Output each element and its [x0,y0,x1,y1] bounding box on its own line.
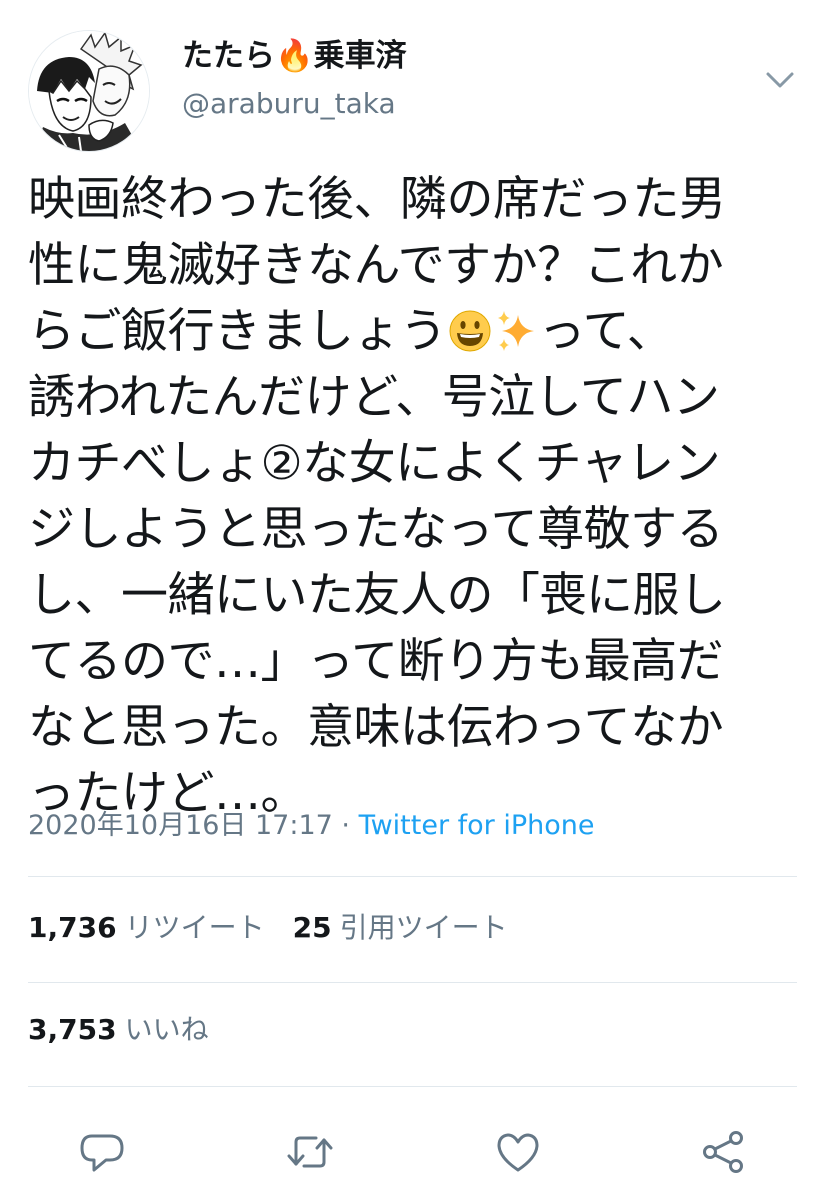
tweet-text-line: って、 [538,304,674,359]
heart-icon[interactable] [494,1130,542,1174]
source-link[interactable]: Twitter for iPhone [359,810,595,841]
tweet-text-line: し、一緒にいた友人の「喪に服し [28,568,726,623]
likes-count: 3,753 [28,1013,117,1046]
chevron-down-icon[interactable] [762,66,798,96]
tweet-text-line: てるので…」って断り方も最高だ [28,634,724,689]
tweet-text-line: 映画終わった後、隣の席だった男 [28,172,726,227]
reply-icon[interactable] [78,1130,126,1174]
tweet-text-line: ジしようと思ったなって尊敬する [28,502,724,557]
tweet-text-line: カチべしょ②な女によくチャレン [28,436,721,491]
retweets-stat[interactable]: 1,736 リツイート [28,911,293,944]
tweet-meta: 2020年10月16日 17:17 · Twitter for iPhone [28,806,595,846]
quotes-count: 25 [292,911,332,944]
tweet-text-line: 誘われたんだけど、号泣してハン [28,370,720,425]
display-name[interactable]: たたら🔥乗車済 [182,34,407,78]
tweet-text-line: 性に鬼滅好きなんですか？これか [28,238,724,293]
divider [28,982,797,983]
tweet-text-line: なと思った。意味は伝わってなか [28,700,724,755]
tweet-detail: たたら🔥乗車済 @araburu_taka 映画終わった後、隣の席だった男 性に… [0,0,825,1200]
username[interactable]: @araburu_taka [182,84,396,124]
sparkles-icon [494,305,538,351]
tweet-text: 映画終わった後、隣の席だった男 性に鬼滅好きなんですか？これか らご飯行きましょ… [28,167,808,827]
engagement-stats: 1,736 リツイート 25 引用ツイート [28,908,536,948]
avatar-illustration [29,31,149,151]
grinning-face-icon [448,305,492,352]
likes-stats[interactable]: 3,753 いいね [28,1010,237,1050]
quotes-stat[interactable]: 25 引用ツイート [293,911,536,944]
likes-label: いいね [124,1013,209,1046]
meta-separator: · [332,810,359,841]
avatar[interactable] [28,30,150,152]
timestamp[interactable]: 2020年10月16日 17:17 [28,810,333,841]
quotes-label: 引用ツイート [339,911,508,944]
retweets-count: 1,736 [28,911,117,944]
retweets-label: リツイート [124,911,265,944]
retweet-icon[interactable] [286,1130,334,1174]
action-bar [0,1120,825,1184]
divider [28,1086,797,1087]
divider [28,876,797,877]
share-icon[interactable] [700,1130,748,1174]
tweet-text-line: らご飯行きましょう [28,304,447,359]
